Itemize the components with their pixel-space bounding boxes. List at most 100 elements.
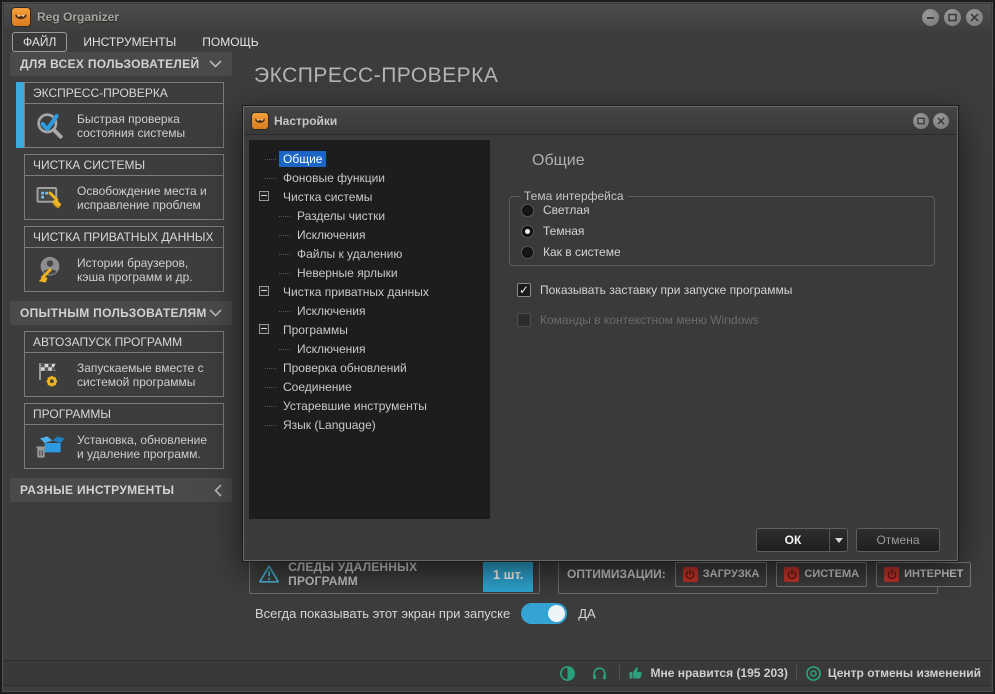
checkbox-context-menu: Команды в контекстном меню Windows — [517, 313, 759, 327]
sidebar-section-all-users[interactable]: ДЛЯ ВСЕХ ПОЛЬЗОВАТЕЛЕЙ — [10, 52, 232, 76]
like-label: Мне нравится (195 203) — [650, 666, 788, 680]
dialog-footer: ОК Отмена — [244, 519, 957, 560]
traces-label: СЛЕДЫ УДАЛЕННЫХ ПРОГРАММ — [288, 560, 418, 588]
app-window: Reg Organizer ФАЙЛ ИНСТРУМЕНТЫ ПОМОЩЬ ДЛ… — [0, 0, 995, 694]
sidebar-item-title: ЧИСТКА СИСТЕМЫ — [25, 155, 223, 176]
sidebar-section-misc-tools[interactable]: РАЗНЫЕ ИНСТРУМЕНТЫ — [10, 478, 232, 502]
flag-gear-icon — [31, 360, 69, 390]
tree-item-exclusions[interactable]: Исключения — [249, 225, 490, 244]
tree-item-exclusions[interactable]: Исключения — [249, 301, 490, 320]
dialog-close-button[interactable] — [933, 112, 949, 129]
checkbox-icon — [517, 313, 531, 327]
titlebar[interactable]: Reg Organizer — [4, 4, 991, 30]
startup-toggle-label: Всегда показывать этот экран при запуске — [255, 606, 511, 621]
settings-panel: Общие Тема интерфейса Светлая Темная Как… — [490, 140, 952, 519]
tree-item-legacy-tools[interactable]: Устаревшие инструменты — [249, 396, 490, 415]
theme-contrast-button[interactable] — [555, 663, 579, 683]
tree-item-general[interactable]: Общие — [249, 149, 490, 168]
tree-item-exclusions[interactable]: Исключения — [249, 339, 490, 358]
startup-toggle[interactable] — [521, 603, 568, 624]
optimization-system-button[interactable]: СИСТЕМА — [776, 561, 868, 587]
dialog-title: Настройки — [274, 113, 338, 128]
contrast-icon — [560, 665, 575, 681]
power-icon — [884, 566, 900, 582]
sidebar-item-desc: Истории браузеров, кэша программ и др. — [77, 255, 193, 284]
tree-item-private-data-cleanup[interactable]: Чистка приватных данных — [249, 282, 490, 301]
menu-file[interactable]: ФАЙЛ — [12, 32, 68, 52]
menu-tools[interactable]: ИНСТРУМЕНТЫ — [73, 33, 186, 51]
radio-icon — [521, 203, 534, 217]
tree-collapse-icon[interactable] — [259, 191, 269, 201]
headphones-icon — [593, 666, 606, 679]
optimization-startup-button[interactable]: ЗАГРУЗКА — [674, 561, 768, 587]
app-logo-icon — [252, 112, 268, 129]
sidebar-item-system-cleanup[interactable]: ЧИСТКА СИСТЕМЫ Освобождение места и испр… — [24, 154, 224, 220]
undo-center-label: Центр отмены изменений — [827, 666, 981, 680]
radio-system-theme[interactable]: Как в системе — [521, 245, 621, 259]
statusbar: Мне нравится (195 203) Центр отмены изме… — [4, 660, 991, 686]
user-broom-icon — [31, 255, 69, 285]
ok-dropdown-arrow-icon[interactable] — [830, 537, 847, 543]
undo-center-button[interactable]: Центр отмены изменений — [805, 665, 981, 682]
tree-item-language[interactable]: Язык (Language) — [249, 415, 490, 434]
sidebar-item-title: ЧИСТКА ПРИВАТНЫХ ДАННЫХ — [25, 227, 223, 248]
theme-group-label: Тема интерфейса — [520, 189, 628, 203]
checkbox-checked-icon — [517, 283, 531, 297]
menu-help[interactable]: ПОМОЩЬ — [192, 33, 268, 51]
optimization-internet-button[interactable]: ИНТЕРНЕТ — [876, 561, 972, 587]
panel-heading: Общие — [532, 152, 585, 169]
tree-collapse-icon[interactable] — [259, 286, 269, 296]
page-title: ЭКСПРЕСС-ПРОВЕРКА — [254, 64, 499, 87]
sidebar-item-desc: Установка, обновление и удаление програм… — [77, 432, 208, 461]
radio-light-theme[interactable]: Светлая — [521, 203, 590, 217]
settings-tree: Общие Фоновые функции Чистка системы Раз… — [249, 140, 490, 519]
tree-item-connection[interactable]: Соединение — [249, 377, 490, 396]
settings-dialog: Настройки Общие Фоновые функции Чистка с… — [243, 106, 958, 561]
tree-item-files-to-delete[interactable]: Файлы к удалению — [249, 244, 490, 263]
minimize-button[interactable] — [922, 8, 939, 26]
chevron-down-icon — [209, 60, 222, 68]
toggle-knob — [548, 605, 566, 622]
statusbar-separator — [795, 665, 797, 681]
tree-item-cleanup-sections[interactable]: Разделы чистки — [249, 206, 490, 225]
checkbox-show-splash[interactable]: Показывать заставку при запуске программ… — [517, 283, 792, 297]
startup-toggle-state: ДА — [578, 606, 596, 621]
sidebar-item-title: ПРОГРАММЫ — [25, 404, 223, 425]
sidebar-item-programs[interactable]: ПРОГРАММЫ Установка, обновление и удален… — [24, 403, 224, 469]
sidebar-item-desc: Запускаемые вместе с системой программы — [77, 360, 204, 389]
optimization-label: СИСТЕМА — [804, 568, 860, 580]
sidebar-item-autostart[interactable]: АВТОЗАПУСК ПРОГРАММ Запускаемые вместе с… — [24, 331, 224, 397]
window-title: Reg Organizer — [37, 10, 120, 24]
box-trash-icon — [31, 431, 69, 463]
tree-collapse-icon[interactable] — [259, 324, 269, 334]
startup-toggle-row: Всегда показывать этот экран при запуске… — [255, 603, 596, 624]
tree-item-background-functions[interactable]: Фоновые функции — [249, 168, 490, 187]
tree-item-programs[interactable]: Программы — [249, 320, 490, 339]
sidebar-section-advanced-users[interactable]: ОПЫТНЫМ ПОЛЬЗОВАТЕЛЯМ — [10, 301, 232, 325]
traces-count-badge: 1 шт. — [483, 556, 533, 592]
sidebar-item-private-data-cleanup[interactable]: ЧИСТКА ПРИВАТНЫХ ДАННЫХ Истории браузеро… — [24, 226, 224, 292]
like-button[interactable]: Мне нравится (195 203) — [628, 665, 788, 681]
optimization-label: ИНТЕРНЕТ — [904, 568, 964, 580]
ok-button[interactable]: ОК — [756, 528, 848, 552]
radio-dark-theme[interactable]: Темная — [521, 224, 584, 238]
warning-triangle-icon — [259, 565, 280, 583]
close-button[interactable] — [966, 8, 983, 26]
chevron-left-icon — [214, 483, 222, 497]
power-icon — [784, 566, 800, 582]
tree-item-invalid-shortcuts[interactable]: Неверные ярлыки — [249, 263, 490, 282]
tree-item-update-check[interactable]: Проверка обновлений — [249, 358, 490, 377]
tree-item-system-cleanup[interactable]: Чистка системы — [249, 187, 490, 206]
sidebar-item-express-check[interactable]: ЭКСПРЕСС-ПРОВЕРКА Быстрая проверка состо… — [16, 82, 224, 148]
menubar: ФАЙЛ ИНСТРУМЕНТЫ ПОМОЩЬ — [4, 30, 991, 54]
section-label: ДЛЯ ВСЕХ ПОЛЬЗОВАТЕЛЕЙ — [20, 57, 200, 71]
power-icon — [682, 566, 698, 582]
dialog-maximize-button[interactable] — [913, 112, 929, 129]
dialog-titlebar[interactable]: Настройки — [244, 107, 957, 135]
maximize-button[interactable] — [944, 8, 961, 26]
undo-center-icon — [805, 665, 821, 681]
app-logo-icon — [12, 8, 30, 26]
cancel-button[interactable]: Отмена — [856, 528, 940, 552]
support-button[interactable] — [587, 663, 611, 683]
sidebar: ДЛЯ ВСЕХ ПОЛЬЗОВАТЕЛЕЙ ЭКСПРЕСС-ПРОВЕРКА… — [10, 52, 232, 508]
